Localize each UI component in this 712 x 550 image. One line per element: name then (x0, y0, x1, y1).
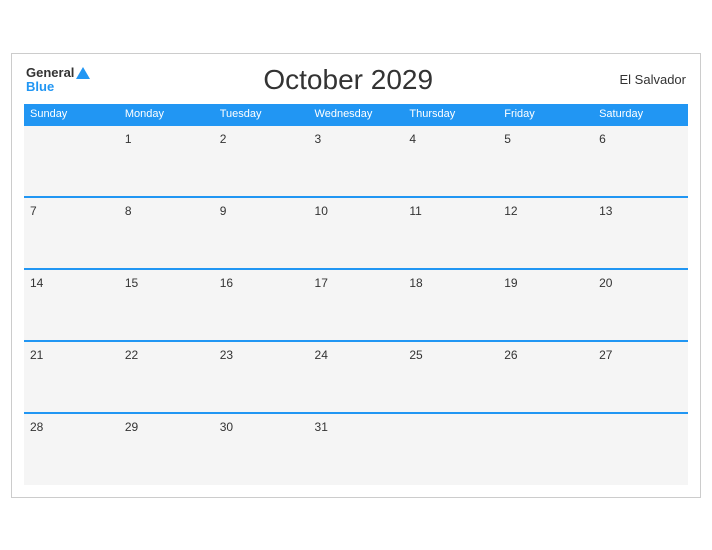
calendar-cell: 7 (24, 197, 119, 269)
week-row-1: 1 2 3 4 5 6 (24, 125, 688, 197)
header-saturday: Saturday (593, 104, 688, 125)
day-number: 4 (409, 132, 416, 146)
day-number: 22 (125, 348, 138, 362)
week-row-5: 28 29 30 31 (24, 413, 688, 485)
calendar-cell: 26 (498, 341, 593, 413)
day-number: 25 (409, 348, 422, 362)
day-number: 19 (504, 276, 517, 290)
day-number: 5 (504, 132, 511, 146)
day-number: 29 (125, 420, 138, 434)
calendar-cell: 6 (593, 125, 688, 197)
day-number: 14 (30, 276, 43, 290)
day-number: 27 (599, 348, 612, 362)
day-number: 1 (125, 132, 132, 146)
header-wednesday: Wednesday (309, 104, 404, 125)
day-number: 10 (315, 204, 328, 218)
calendar-cell: 8 (119, 197, 214, 269)
calendar-cell (498, 413, 593, 485)
day-number: 11 (409, 204, 421, 218)
calendar-cell: 14 (24, 269, 119, 341)
calendar-cell: 28 (24, 413, 119, 485)
calendar-cell: 24 (309, 341, 404, 413)
calendar-cell: 5 (498, 125, 593, 197)
day-number: 15 (125, 276, 138, 290)
calendar-cell: 1 (119, 125, 214, 197)
day-number: 3 (315, 132, 322, 146)
day-number: 13 (599, 204, 612, 218)
day-number: 31 (315, 420, 328, 434)
day-number: 26 (504, 348, 517, 362)
logo-blue-text: Blue (26, 80, 90, 93)
calendar-cell: 15 (119, 269, 214, 341)
day-number: 12 (504, 204, 517, 218)
day-number: 16 (220, 276, 233, 290)
calendar-cell: 30 (214, 413, 309, 485)
calendar-cell: 29 (119, 413, 214, 485)
calendar-cell: 31 (309, 413, 404, 485)
calendar-cell (24, 125, 119, 197)
day-number: 17 (315, 276, 328, 290)
calendar-grid: Sunday Monday Tuesday Wednesday Thursday… (24, 104, 688, 485)
header-friday: Friday (498, 104, 593, 125)
week-row-3: 14 15 16 17 18 19 20 (24, 269, 688, 341)
calendar-cell: 11 (403, 197, 498, 269)
calendar: General Blue October 2029 El Salvador Su… (11, 53, 701, 498)
header-thursday: Thursday (403, 104, 498, 125)
calendar-cell: 21 (24, 341, 119, 413)
calendar-cell: 13 (593, 197, 688, 269)
day-number: 24 (315, 348, 328, 362)
header-monday: Monday (119, 104, 214, 125)
calendar-cell: 9 (214, 197, 309, 269)
header-sunday: Sunday (24, 104, 119, 125)
calendar-cell: 4 (403, 125, 498, 197)
logo: General Blue (26, 66, 90, 93)
day-number: 23 (220, 348, 233, 362)
weekday-header-row: Sunday Monday Tuesday Wednesday Thursday… (24, 104, 688, 125)
day-number: 21 (30, 348, 43, 362)
day-number: 8 (125, 204, 132, 218)
calendar-cell: 20 (593, 269, 688, 341)
calendar-cell: 12 (498, 197, 593, 269)
calendar-cell: 10 (309, 197, 404, 269)
day-number: 9 (220, 204, 227, 218)
week-row-4: 21 22 23 24 25 26 27 (24, 341, 688, 413)
day-number: 7 (30, 204, 37, 218)
calendar-cell: 22 (119, 341, 214, 413)
calendar-header: General Blue October 2029 El Salvador (24, 64, 688, 96)
calendar-cell (593, 413, 688, 485)
calendar-cell: 25 (403, 341, 498, 413)
day-number: 20 (599, 276, 612, 290)
calendar-title: October 2029 (90, 64, 606, 96)
calendar-cell: 17 (309, 269, 404, 341)
country-label: El Salvador (606, 72, 686, 87)
header-tuesday: Tuesday (214, 104, 309, 125)
calendar-cell: 19 (498, 269, 593, 341)
day-number: 30 (220, 420, 233, 434)
week-row-2: 7 8 9 10 11 12 13 (24, 197, 688, 269)
logo-triangle-icon (76, 67, 90, 79)
day-number: 18 (409, 276, 422, 290)
calendar-cell (403, 413, 498, 485)
day-number: 2 (220, 132, 227, 146)
calendar-cell: 16 (214, 269, 309, 341)
calendar-cell: 3 (309, 125, 404, 197)
calendar-cell: 18 (403, 269, 498, 341)
calendar-cell: 2 (214, 125, 309, 197)
day-number: 6 (599, 132, 606, 146)
logo-general-label: General (26, 66, 74, 79)
calendar-cell: 27 (593, 341, 688, 413)
day-number: 28 (30, 420, 43, 434)
calendar-cell: 23 (214, 341, 309, 413)
logo-general-text: General (26, 66, 90, 79)
